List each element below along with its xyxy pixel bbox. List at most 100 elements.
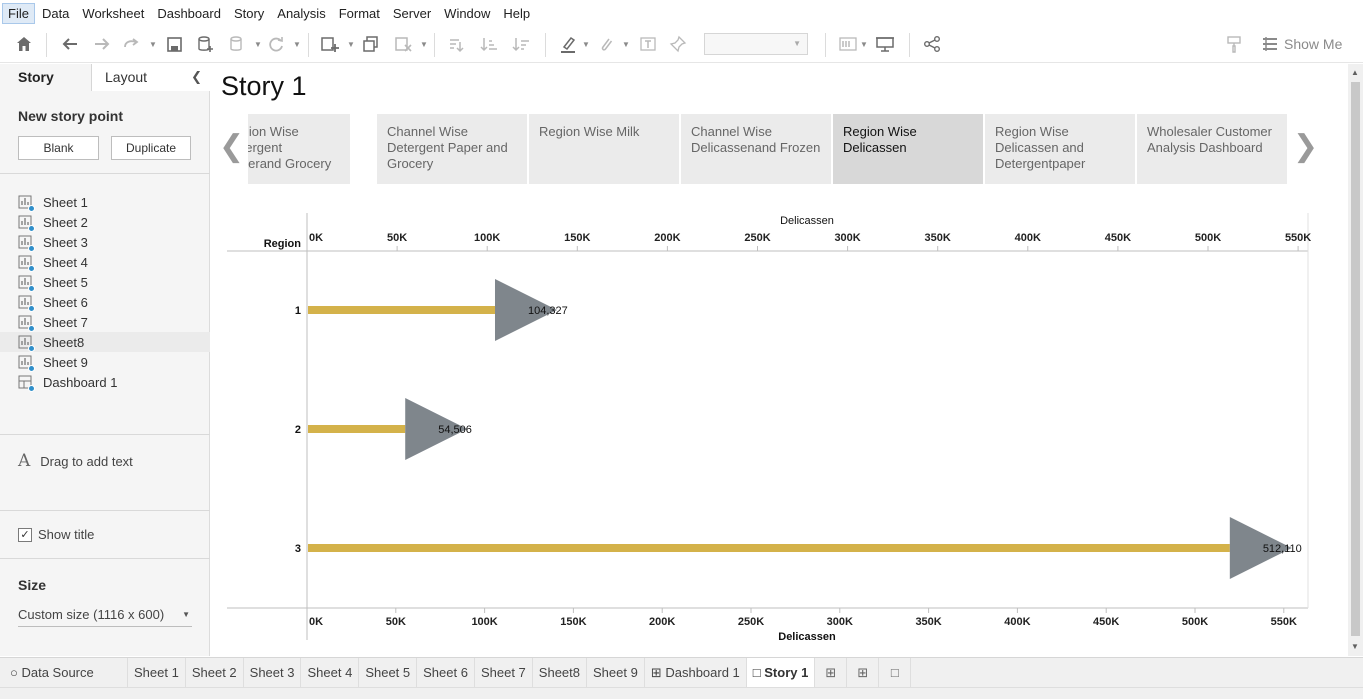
sheet-list-item[interactable]: Sheet 7 xyxy=(0,312,210,332)
redo-icon[interactable] xyxy=(90,32,114,56)
scroll-down-icon[interactable]: ▼ xyxy=(1351,642,1359,651)
clear-sheet-icon[interactable] xyxy=(391,32,415,56)
sheet-list-item[interactable]: Sheet 5 xyxy=(0,272,210,292)
sheet-list-item[interactable]: Sheet 2 xyxy=(0,212,210,232)
menu-server[interactable]: Server xyxy=(387,3,437,24)
new-worksheet-tab-icon[interactable]: ⊞ xyxy=(815,657,848,688)
scroll-up-icon[interactable]: ▲ xyxy=(1351,68,1359,77)
sheet-tab[interactable]: Sheet 9 xyxy=(587,657,645,688)
menu-data[interactable]: Data xyxy=(36,3,75,24)
data-source-tab[interactable]: ○ Data Source xyxy=(0,657,128,688)
sheet-tab[interactable]: Sheet 3 xyxy=(244,657,302,688)
fit-dropdown[interactable]: ▼ xyxy=(704,33,808,55)
drag-to-add-text[interactable]: A Drag to add text xyxy=(18,451,133,471)
sheet-tab[interactable]: Sheet 6 xyxy=(417,657,475,688)
show-mark-labels-icon[interactable] xyxy=(636,32,660,56)
duplicate-button[interactable]: Duplicate xyxy=(111,136,191,160)
presentation-mode-icon[interactable] xyxy=(873,32,897,56)
size-dropdown[interactable]: Custom size (1116 x 600) ▼ xyxy=(18,607,192,627)
menu-window[interactable]: Window xyxy=(438,3,496,24)
menu-worksheet[interactable]: Worksheet xyxy=(76,3,150,24)
chevron-down-icon[interactable]: ▼ xyxy=(860,40,868,49)
sheet-list-item[interactable]: Sheet8 xyxy=(0,332,210,352)
show-cards-icon[interactable] xyxy=(836,32,860,56)
swap-axes-icon[interactable] xyxy=(444,32,468,56)
sheet-tab[interactable]: Sheet 5 xyxy=(359,657,418,688)
story-point[interactable]: Region Wise Detergent Paperand Grocery xyxy=(248,114,350,184)
story-tab[interactable]: □ Story 1 xyxy=(746,657,816,688)
menu-story[interactable]: Story xyxy=(228,3,270,24)
menu-analysis[interactable]: Analysis xyxy=(271,3,331,24)
chevron-left-icon[interactable]: ❮ xyxy=(219,129,244,164)
chevron-right-icon[interactable]: ❯ xyxy=(1293,129,1318,164)
sheet-list-item[interactable]: Dashboard 1 xyxy=(0,372,210,392)
undo-icon[interactable] xyxy=(58,32,82,56)
menu-file[interactable]: File xyxy=(2,2,35,24)
format-painter-icon[interactable] xyxy=(1222,32,1246,56)
dashboard-tab[interactable]: ⊞ Dashboard 1 xyxy=(645,657,747,688)
menu-format[interactable]: Format xyxy=(333,3,386,24)
chevron-down-icon[interactable]: ▼ xyxy=(420,40,428,49)
region-label: 2 xyxy=(295,424,301,436)
sheet-tab[interactable]: Sheet 2 xyxy=(186,657,244,688)
show-title-label: Show title xyxy=(38,527,95,542)
checkbox-checked-icon[interactable]: ✓ xyxy=(18,527,32,542)
new-dashboard-tab-icon[interactable]: ⊞ xyxy=(847,657,880,688)
x-tick-label-bottom: 500K xyxy=(1182,616,1208,628)
vertical-scrollbar[interactable]: ▲ ▼ xyxy=(1348,64,1363,656)
new-story-tab-icon[interactable]: □ xyxy=(879,657,912,688)
story-point[interactable]: Wholesaler Customer Analysis Dashboard xyxy=(1137,114,1287,184)
sheet-list-item[interactable]: Sheet 3 xyxy=(0,232,210,252)
sheet-list-item[interactable]: Sheet 9 xyxy=(0,352,210,372)
pin-icon[interactable] xyxy=(666,32,690,56)
x-tick-label-bottom: 0K xyxy=(309,616,323,628)
refresh-icon[interactable] xyxy=(264,32,288,56)
bar[interactable] xyxy=(308,425,406,433)
chevron-down-icon[interactable]: ▼ xyxy=(582,40,590,49)
sheet-list-item[interactable]: Sheet 6 xyxy=(0,292,210,312)
group-members-icon[interactable] xyxy=(594,32,618,56)
share-icon[interactable] xyxy=(920,32,944,56)
chevron-down-icon[interactable]: ▼ xyxy=(622,40,630,49)
chevron-down-icon: ▼ xyxy=(793,39,801,48)
show-me-label: Show Me xyxy=(1284,36,1343,52)
sheet-list-label: Sheet 5 xyxy=(43,274,88,290)
blank-button[interactable]: Blank xyxy=(18,136,99,160)
bar[interactable] xyxy=(308,306,495,314)
sheet-list-item[interactable]: Sheet 1 xyxy=(0,192,210,212)
sheet-tab[interactable]: Sheet 7 xyxy=(475,657,533,688)
pause-updates-icon[interactable] xyxy=(225,32,249,56)
sort-descending-icon[interactable] xyxy=(509,32,533,56)
sheet-list-item[interactable]: Sheet 4 xyxy=(0,252,210,272)
chevron-down-icon[interactable]: ▼ xyxy=(254,40,262,49)
duplicate-sheet-icon[interactable] xyxy=(359,32,383,56)
menu-help[interactable]: Help xyxy=(497,3,536,24)
story-point[interactable]: Channel Wise Delicassenand Frozen xyxy=(681,114,831,184)
menu-dashboard[interactable]: Dashboard xyxy=(151,3,227,24)
tab-story[interactable]: Story xyxy=(0,64,92,91)
story-point[interactable]: Region Wise Milk xyxy=(529,114,679,184)
sheet-tab[interactable]: Sheet8 xyxy=(533,657,587,688)
scrollbar-thumb[interactable] xyxy=(1351,82,1360,636)
save-icon[interactable] xyxy=(162,32,186,56)
sidebar-tabs: Story Layout ❮ xyxy=(0,64,210,91)
story-point[interactable]: Region Wise Delicassen xyxy=(833,114,983,184)
sort-ascending-icon[interactable] xyxy=(477,32,501,56)
bar[interactable] xyxy=(308,544,1230,552)
sheet-tab[interactable]: Sheet 4 xyxy=(301,657,360,688)
show-me-button[interactable]: Show Me xyxy=(1262,33,1342,55)
home-icon[interactable] xyxy=(12,32,36,56)
chevron-down-icon[interactable]: ▼ xyxy=(149,40,157,49)
replay-icon[interactable] xyxy=(120,32,144,56)
new-data-source-icon[interactable] xyxy=(193,32,217,56)
collapse-sidebar-icon[interactable]: ❮ xyxy=(191,69,202,85)
show-title-checkbox[interactable]: ✓ Show title xyxy=(18,527,94,542)
sheet-tab[interactable]: Sheet 1 xyxy=(128,657,186,688)
story-point[interactable]: Region Wise Delicassen and Detergentpape… xyxy=(985,114,1135,184)
chevron-down-icon[interactable]: ▼ xyxy=(293,40,301,49)
story-point[interactable]: Channel Wise Detergent Paper and Grocery xyxy=(377,114,527,184)
new-worksheet-icon[interactable] xyxy=(318,32,342,56)
chevron-down-icon[interactable]: ▼ xyxy=(347,40,355,49)
highlight-icon[interactable] xyxy=(556,32,580,56)
story-title: Story 1 xyxy=(221,71,307,101)
